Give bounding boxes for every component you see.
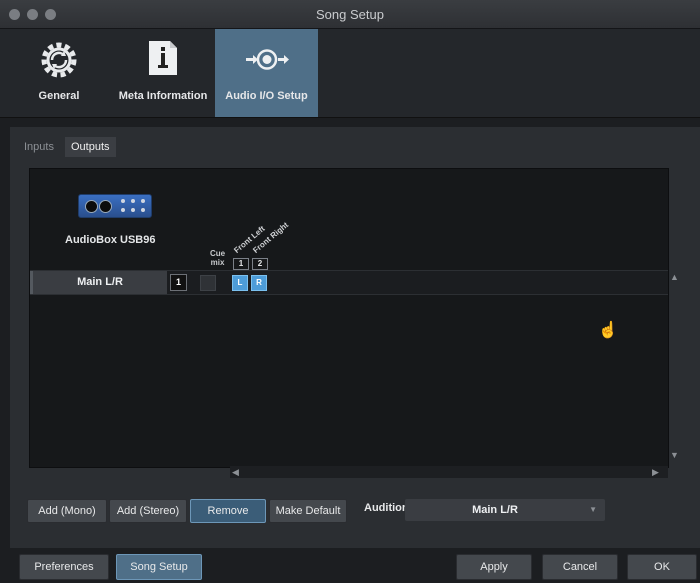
song-setup-button[interactable]: Song Setup bbox=[116, 554, 202, 580]
channel-number-1: 1 bbox=[233, 258, 249, 270]
cue-mix-checkbox[interactable] bbox=[200, 275, 216, 291]
toolbar-meta-information[interactable]: Meta Information bbox=[112, 29, 214, 117]
scroll-down-icon[interactable]: ▼ bbox=[670, 450, 679, 460]
make-default-button[interactable]: Make Default bbox=[269, 499, 347, 523]
tab-outputs[interactable]: Outputs bbox=[65, 137, 116, 157]
footer-bar: Preferences Song Setup Apply Cancel OK bbox=[0, 548, 700, 583]
toolbar-general[interactable]: General bbox=[8, 29, 110, 117]
device-name: AudioBox USB96 bbox=[65, 234, 156, 246]
audition-select[interactable]: Main L/R ▼ bbox=[405, 499, 605, 521]
chevron-down-icon: ▼ bbox=[589, 505, 597, 514]
cue-label-line1: Cue bbox=[210, 249, 226, 258]
output-name[interactable]: Main L/R bbox=[30, 271, 167, 294]
toolbar-general-label: General bbox=[38, 90, 80, 102]
cancel-button[interactable]: Cancel bbox=[542, 554, 618, 580]
audition-label: Audition bbox=[364, 502, 409, 514]
add-mono-button[interactable]: Add (Mono) bbox=[27, 499, 107, 523]
apply-button[interactable]: Apply bbox=[456, 554, 532, 580]
scroll-right-icon[interactable]: ▶ bbox=[652, 467, 659, 478]
audio-io-icon bbox=[243, 45, 291, 80]
title-bar: Song Setup bbox=[0, 0, 700, 29]
hand-cursor-icon: ☝ bbox=[598, 322, 618, 339]
output-channel-count[interactable]: 1 bbox=[170, 274, 187, 291]
ok-button[interactable]: OK bbox=[627, 554, 697, 580]
document-info-icon bbox=[146, 39, 180, 82]
assign-right-button[interactable]: R bbox=[251, 275, 267, 291]
audio-io-panel: Inputs Outputs AudioBox USB96 Cue mix Fr… bbox=[10, 127, 700, 583]
setup-toolbar: General Meta Information Audio I/O Setup bbox=[0, 29, 700, 118]
output-row-main-lr[interactable]: Main L/R 1 L R bbox=[30, 270, 668, 295]
remove-button[interactable]: Remove bbox=[190, 499, 266, 523]
assign-left-button[interactable]: L bbox=[232, 275, 248, 291]
gear-icon bbox=[38, 39, 80, 86]
cue-label-line2: mix bbox=[210, 258, 225, 267]
toolbar-audio-io-setup-label: Audio I/O Setup bbox=[225, 90, 308, 102]
preferences-button[interactable]: Preferences bbox=[19, 554, 109, 580]
output-routing-matrix: AudioBox USB96 Cue mix Front Left Front … bbox=[29, 168, 679, 478]
add-stereo-button[interactable]: Add (Stereo) bbox=[109, 499, 187, 523]
vertical-scrollbar[interactable]: ▲ ▼ bbox=[670, 270, 679, 466]
horizontal-scrollbar[interactable]: ◀ ▶ bbox=[230, 466, 668, 478]
cue-mix-label: Cue mix bbox=[210, 249, 225, 267]
audition-value: Main L/R bbox=[472, 504, 518, 516]
toolbar-meta-information-label: Meta Information bbox=[118, 90, 208, 102]
tab-inputs[interactable]: Inputs bbox=[18, 137, 60, 157]
scroll-up-icon[interactable]: ▲ bbox=[670, 272, 679, 282]
scroll-left-icon[interactable]: ◀ bbox=[232, 467, 239, 478]
window-title: Song Setup bbox=[316, 7, 384, 22]
toolbar-audio-io-setup[interactable]: Audio I/O Setup bbox=[215, 29, 318, 117]
channel-number-2: 2 bbox=[252, 258, 268, 270]
audiobox-device-icon bbox=[78, 194, 152, 218]
